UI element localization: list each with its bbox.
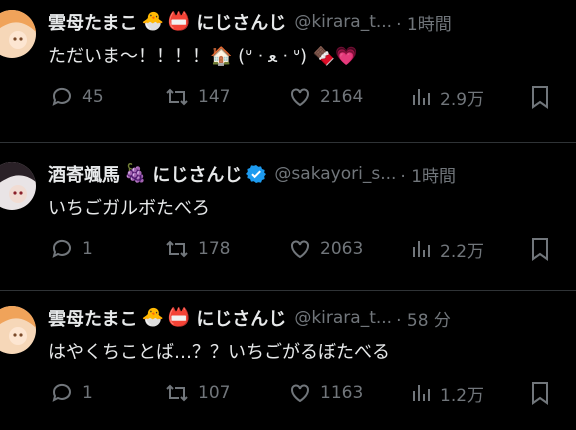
tweet-header: 雲母たまこ 🐣 📛 にじさんじ @kirara_t... · 58 分 <box>48 304 568 332</box>
view-count: 2.9万 <box>440 89 485 110</box>
views-icon <box>413 241 430 257</box>
tweet-header: 酒寄颯馬 🍇 にじさんじ @sakayori_s... · 1時間 <box>48 160 568 188</box>
reply-button[interactable]: 1 <box>50 378 93 408</box>
like-button[interactable]: 1163 <box>288 378 363 408</box>
like-count: 2164 <box>320 87 364 107</box>
like-button[interactable]: 2164 <box>288 82 363 112</box>
grape-badge-icon: 🍇 <box>124 163 147 184</box>
timestamp[interactable]: · 1時間 <box>400 162 456 187</box>
bookmark-icon <box>532 382 548 405</box>
retweet-icon <box>166 384 188 402</box>
retweet-count: 107 <box>198 383 231 403</box>
heart-icon <box>291 88 309 107</box>
tweet-1[interactable]: 雲母たまこ 🐣 📛 にじさんじ @kirara_t... · 1時間 ただいま〜… <box>0 8 576 128</box>
retweet-icon <box>166 240 188 258</box>
divider <box>0 290 576 291</box>
tweet-actions: 1 107 1163 1.2万 <box>50 378 560 408</box>
retweet-count: 147 <box>198 87 231 107</box>
avatar[interactable] <box>0 10 36 58</box>
reply-count: 1 <box>82 383 93 403</box>
tweet-text: いちごガルボたべろ <box>48 198 210 219</box>
chick-badge-icon: 🐣 <box>141 307 164 328</box>
tweet-3[interactable]: 雲母たまこ 🐣 📛 にじさんじ @kirara_t... · 58 分 はやくち… <box>0 304 576 424</box>
retweet-button[interactable]: 178 <box>164 234 230 264</box>
chick-badge-icon: 🐣 <box>141 11 164 32</box>
tweet-actions: 45 147 2164 2.9万 <box>50 82 560 112</box>
avatar[interactable] <box>0 306 36 354</box>
reply-button[interactable]: 1 <box>50 234 93 264</box>
like-button[interactable]: 2063 <box>288 234 363 264</box>
views-icon <box>413 89 430 105</box>
reply-count: 1 <box>82 239 93 259</box>
avatar[interactable] <box>0 162 36 210</box>
bookmark-button[interactable] <box>528 378 552 408</box>
retweet-count: 178 <box>198 239 231 259</box>
tweet-actions: 1 178 2063 2.2万 <box>50 234 560 264</box>
affiliation-label[interactable]: にじさんじ <box>152 161 242 187</box>
retweet-button[interactable]: 107 <box>164 378 230 408</box>
like-count: 2063 <box>320 239 364 259</box>
retweet-button[interactable]: 147 <box>164 82 230 112</box>
bookmark-icon <box>532 238 548 261</box>
divider <box>0 142 576 143</box>
reply-count: 45 <box>82 87 104 107</box>
views-button[interactable]: 2.9万 <box>410 82 484 112</box>
affiliation-label[interactable]: にじさんじ <box>196 305 286 331</box>
name-tag-badge-icon: 📛 <box>167 11 191 32</box>
like-count: 1163 <box>320 383 364 403</box>
views-icon <box>413 385 430 401</box>
handle[interactable]: @sakayori_s... <box>274 164 396 184</box>
timeline-feed: 雲母たまこ 🐣 📛 にじさんじ @kirara_t... · 1時間 ただいま〜… <box>0 0 576 430</box>
views-button[interactable]: 2.2万 <box>410 234 484 264</box>
tweet-2[interactable]: 酒寄颯馬 🍇 にじさんじ @sakayori_s... · 1時間 いちごガルボ… <box>0 160 576 280</box>
reply-button[interactable]: 45 <box>50 82 104 112</box>
verified-icon <box>246 164 267 184</box>
reply-icon <box>52 239 71 258</box>
heart-icon <box>291 384 309 403</box>
display-name[interactable]: 雲母たまこ <box>48 9 137 35</box>
handle[interactable]: @kirara_t... <box>294 308 392 328</box>
view-count: 2.2万 <box>440 241 485 262</box>
bookmark-icon <box>532 86 548 109</box>
retweet-icon <box>166 88 188 106</box>
bookmark-button[interactable] <box>528 234 552 264</box>
tweet-header: 雲母たまこ 🐣 📛 にじさんじ @kirara_t... · 1時間 <box>48 8 568 36</box>
name-tag-badge-icon: 📛 <box>167 307 191 328</box>
display-name[interactable]: 雲母たまこ <box>48 305 137 331</box>
tweet-text: ただいま〜！！！！🏠 (ᐡ ᐧ ﻌ ᐧ ᐡ) 🍫💗 <box>48 46 358 67</box>
views-button[interactable]: 1.2万 <box>410 378 484 408</box>
view-count: 1.2万 <box>440 385 485 406</box>
timestamp[interactable]: · 58 分 <box>396 306 451 331</box>
reply-icon <box>52 87 71 106</box>
heart-icon <box>291 240 309 259</box>
reply-icon <box>52 383 71 402</box>
handle[interactable]: @kirara_t... <box>294 12 392 32</box>
tweet-text: はやくちことば…？？いちごがるぼたべる <box>48 342 390 363</box>
affiliation-label[interactable]: にじさんじ <box>196 9 286 35</box>
display-name[interactable]: 酒寄颯馬 <box>48 161 120 187</box>
bookmark-button[interactable] <box>528 82 552 112</box>
timestamp[interactable]: · 1時間 <box>396 10 452 35</box>
